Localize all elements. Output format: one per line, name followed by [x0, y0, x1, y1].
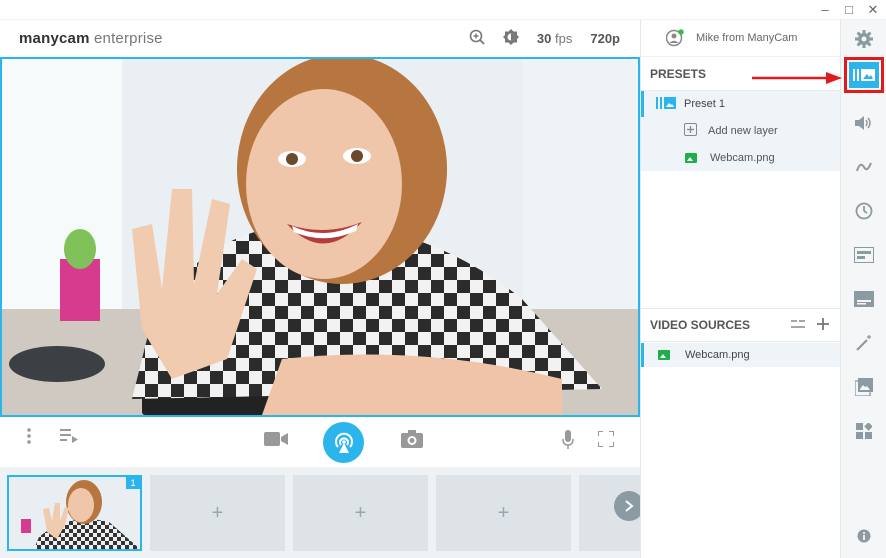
title-bar: – □ ✕: [0, 0, 886, 20]
user-name: Mike from ManyCam: [696, 32, 798, 44]
media-gallery-icon[interactable]: [841, 373, 886, 401]
minimize-button[interactable]: –: [818, 2, 832, 18]
clock-icon[interactable]: [841, 197, 886, 225]
preset-number-badge: 1: [126, 477, 140, 489]
add-layer-button[interactable]: Add new layer: [641, 117, 840, 144]
broadcast-button[interactable]: [323, 422, 364, 463]
text-overlay-icon[interactable]: [841, 285, 886, 313]
presets-tool-button[interactable]: [844, 57, 884, 93]
fullscreen-icon[interactable]: [597, 430, 615, 452]
transport-bar: [0, 417, 640, 467]
playlist-icon[interactable]: [60, 427, 78, 448]
more-options-icon[interactable]: [26, 427, 32, 450]
top-header: manycam enterprise 30 fps 720p: [0, 20, 640, 56]
preset-item[interactable]: Preset 1: [641, 91, 840, 117]
presets-strip: 1 + + +: [0, 467, 644, 558]
widgets-icon[interactable]: [841, 417, 886, 445]
layers-icon: [656, 96, 676, 113]
lower-thirds-icon[interactable]: [841, 241, 886, 269]
settings-gear-icon[interactable]: [841, 25, 886, 53]
fps-selector[interactable]: 30 fps: [537, 31, 572, 46]
tools-sidebar: [840, 20, 886, 558]
empty-preset-tile[interactable]: +: [293, 475, 428, 551]
video-source-label: Webcam.png: [685, 349, 750, 361]
empty-preset-tile[interactable]: +: [436, 475, 571, 551]
user-avatar-icon: [665, 29, 684, 47]
microphone-icon[interactable]: [562, 430, 574, 455]
video-preview[interactable]: [0, 57, 640, 417]
brightness-icon[interactable]: [502, 28, 519, 48]
add-source-icon[interactable]: [817, 317, 829, 333]
app-logo: manycam enterprise: [19, 29, 163, 47]
chevron-right-icon: [625, 500, 634, 512]
plus-square-icon: [684, 122, 697, 139]
zoom-icon[interactable]: [469, 29, 485, 48]
add-icon: +: [354, 501, 367, 524]
maximize-button[interactable]: □: [842, 2, 856, 18]
webcam-image: [2, 59, 638, 415]
annotation-arrow-icon: [752, 72, 842, 84]
add-icon: +: [497, 501, 510, 524]
add-icon: +: [211, 501, 224, 524]
resolution-selector[interactable]: 720p: [590, 31, 620, 46]
sort-icon[interactable]: [791, 318, 805, 332]
image-icon: [658, 350, 670, 360]
broadcast-icon: [334, 432, 353, 453]
layer-label: Webcam.png: [710, 151, 775, 164]
video-sources-header: VIDEO SOURCES: [641, 308, 841, 342]
snapshot-icon[interactable]: [401, 430, 423, 453]
preset-tile-1[interactable]: 1: [7, 475, 142, 551]
drawing-icon[interactable]: [841, 153, 886, 181]
close-button[interactable]: ✕: [866, 2, 880, 18]
video-camera-icon[interactable]: [264, 431, 288, 452]
layer-item[interactable]: Webcam.png: [641, 144, 840, 171]
info-icon[interactable]: [841, 522, 886, 550]
image-icon: [685, 152, 697, 163]
video-source-item[interactable]: Webcam.png: [641, 343, 841, 367]
empty-preset-tile[interactable]: +: [150, 475, 285, 551]
effects-wand-icon[interactable]: [841, 329, 886, 357]
user-account[interactable]: Mike from ManyCam: [641, 20, 840, 57]
add-layer-label: Add new layer: [708, 124, 778, 137]
preset-thumbnail: [9, 477, 140, 549]
layers-icon: [853, 69, 875, 81]
audio-icon[interactable]: [841, 109, 886, 137]
layers-panel: Mike from ManyCam PRESETS Preset 1 Add n…: [640, 20, 841, 558]
